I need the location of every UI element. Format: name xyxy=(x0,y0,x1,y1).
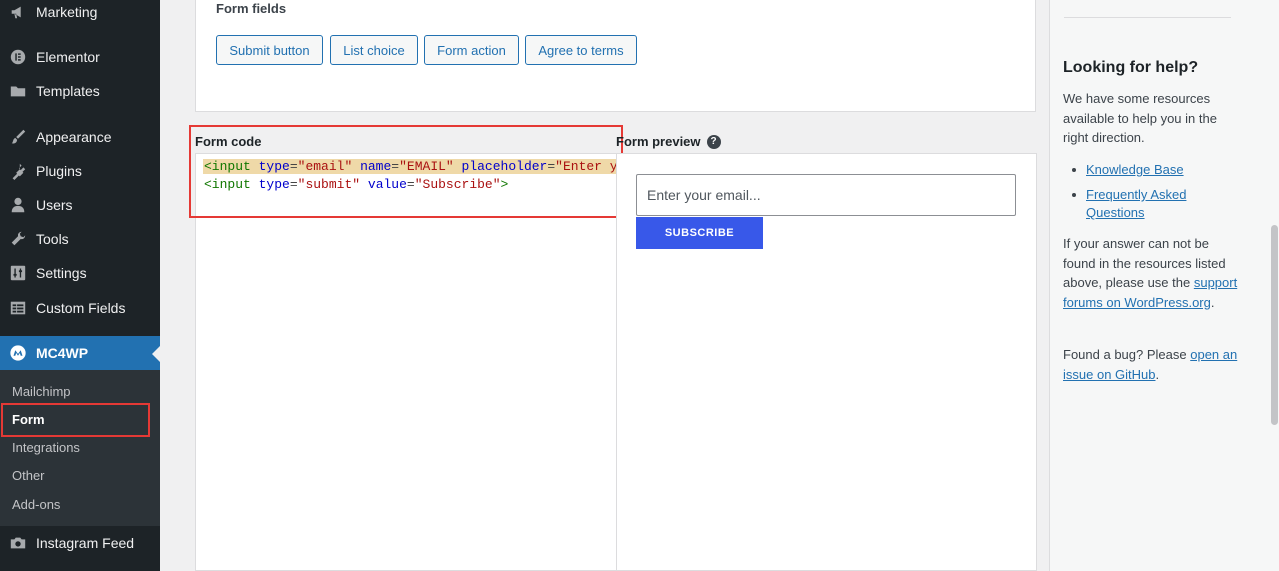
form-preview-label-text: Form preview xyxy=(616,134,701,149)
plug-icon xyxy=(0,162,36,180)
submenu-item-other[interactable]: Other xyxy=(12,468,45,483)
sidebar-item-custom-fields[interactable]: Custom Fields xyxy=(0,291,160,325)
form-menu-highlight-box xyxy=(1,403,150,437)
user-icon xyxy=(0,196,36,214)
email-field[interactable] xyxy=(636,174,1016,216)
sidebar-item-instagram-feed[interactable]: Instagram Feed xyxy=(0,526,160,560)
sidebar-item-elementor[interactable]: Elementor xyxy=(0,40,160,74)
subscribe-button[interactable]: SUBSCRIBE xyxy=(636,217,763,249)
elementor-icon xyxy=(0,48,36,66)
megaphone-icon xyxy=(0,3,36,21)
sidebar-item-marketing[interactable]: Marketing xyxy=(0,0,160,29)
divider xyxy=(1064,17,1231,18)
mc4wp-logo-icon xyxy=(0,344,36,362)
knowledge-base-link[interactable]: Knowledge Base xyxy=(1086,162,1184,177)
submenu-item-integrations[interactable]: Integrations xyxy=(12,440,80,455)
list-item: Frequently Asked Questions xyxy=(1072,186,1232,222)
form-code-highlight-box xyxy=(189,125,623,218)
sidebar-item-appearance[interactable]: Appearance xyxy=(0,120,160,154)
help-answer-text: If your answer can not be found in the r… xyxy=(1063,236,1238,310)
sidebar-item-mc4wp[interactable]: MC4WP xyxy=(0,336,160,370)
sidebar-item-tools[interactable]: Tools xyxy=(0,222,160,256)
help-title: Looking for help? xyxy=(1063,59,1199,76)
help-bug-text: Found a bug? Please open an issue on Git… xyxy=(1063,347,1238,382)
submit-button-field-button[interactable]: Submit button xyxy=(216,35,323,65)
admin-sidebar: Marketing Elementor Templates Appearance… xyxy=(0,0,160,571)
form-fields-title: Form fields xyxy=(216,1,287,16)
form-action-field-button[interactable]: Form action xyxy=(424,35,519,65)
scrollbar[interactable] xyxy=(1271,225,1278,425)
help-intro: We have some resources available to help… xyxy=(1063,91,1217,145)
submenu-item-mailchimp[interactable]: Mailchimp xyxy=(12,384,71,399)
submenu-item-add-ons[interactable]: Add-ons xyxy=(12,497,60,512)
wrench-icon xyxy=(0,230,36,248)
help-links-list: Knowledge Base Frequently Asked Question… xyxy=(1072,161,1232,229)
mc4wp-submenu: Mailchimp Form Integrations Other Add-on… xyxy=(0,370,160,526)
list-item: Knowledge Base xyxy=(1072,161,1232,179)
sidebar-item-templates[interactable]: Templates xyxy=(0,74,160,108)
grid-icon xyxy=(0,299,36,317)
sidebar-item-plugins[interactable]: Plugins xyxy=(0,154,160,188)
paintbrush-icon xyxy=(0,128,36,146)
folder-icon xyxy=(0,82,36,100)
list-choice-field-button[interactable]: List choice xyxy=(330,35,418,65)
current-menu-arrow xyxy=(152,346,160,362)
help-icon[interactable]: ? xyxy=(706,134,721,149)
form-preview-label: Form preview ? xyxy=(616,134,721,149)
sidebar-item-users[interactable]: Users xyxy=(0,188,160,222)
camera-icon xyxy=(0,534,36,552)
sidebar-item-settings[interactable]: Settings xyxy=(0,256,160,290)
sliders-icon xyxy=(0,264,36,282)
agree-to-terms-field-button[interactable]: Agree to terms xyxy=(525,35,637,65)
faq-link[interactable]: Frequently Asked Questions xyxy=(1086,187,1186,220)
